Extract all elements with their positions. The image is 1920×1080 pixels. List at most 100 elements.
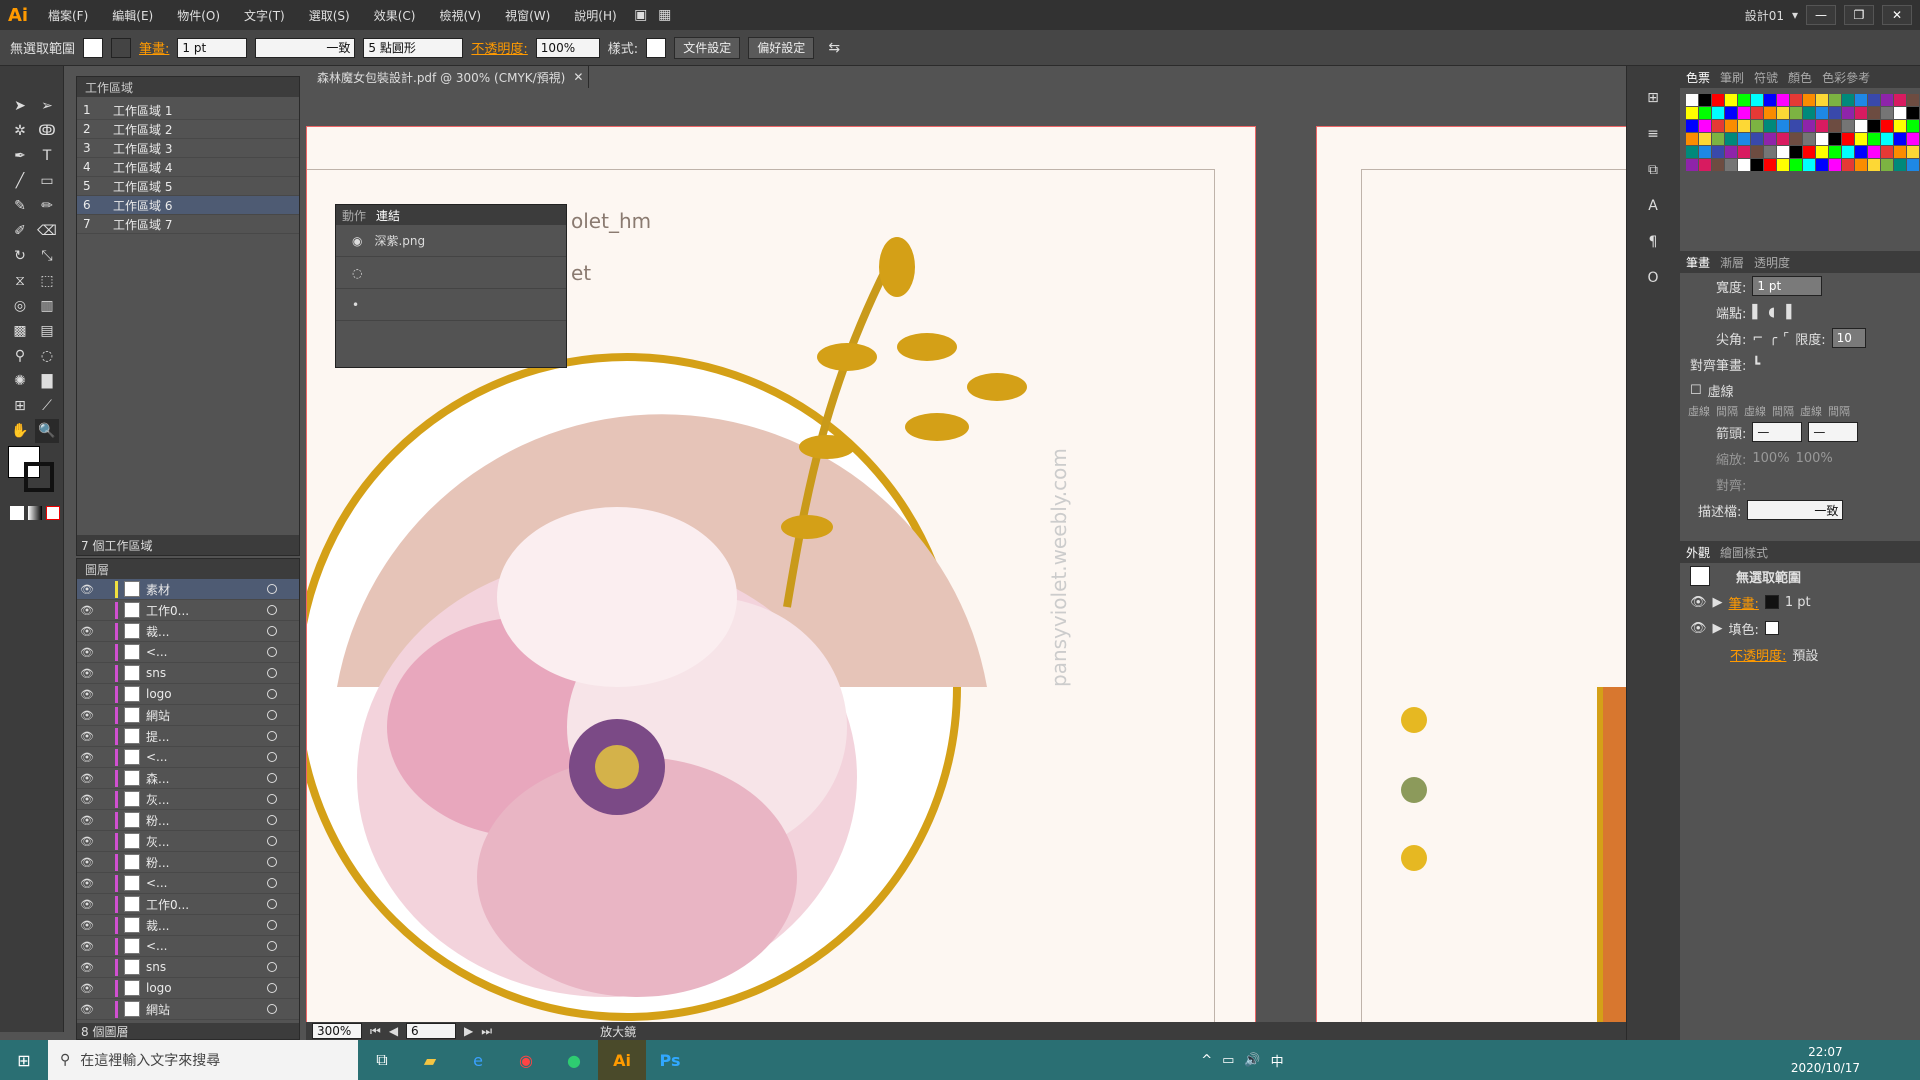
color-swatch[interactable] <box>1725 120 1737 132</box>
chrome-icon[interactable]: ◉ <box>502 1040 550 1080</box>
pathfinder-icon[interactable]: ⧉ <box>1641 158 1665 182</box>
color-swatch[interactable] <box>1699 146 1711 158</box>
color-swatch[interactable] <box>1699 159 1711 171</box>
edge-browser-icon[interactable]: e <box>454 1040 502 1080</box>
color-swatch[interactable] <box>1751 159 1763 171</box>
tab-symbols[interactable]: 符號 <box>1754 69 1778 86</box>
layer-row[interactable]: 👁 <... <box>77 747 299 768</box>
preferences-button[interactable]: 偏好設定 <box>748 36 815 59</box>
layer-row[interactable]: 👁 裁... <box>77 915 299 936</box>
color-swatch[interactable] <box>1712 133 1724 145</box>
eye-icon[interactable]: 👁 <box>1690 621 1707 636</box>
direct-selection-tool-icon[interactable]: ➢ <box>35 94 59 118</box>
color-swatch[interactable] <box>1699 120 1711 132</box>
color-swatch[interactable] <box>1842 107 1854 119</box>
color-swatch[interactable] <box>1790 133 1802 145</box>
menu-select[interactable]: 選取(S) <box>297 7 362 24</box>
blend-tool-icon[interactable]: ◌ <box>35 344 59 368</box>
limit-field[interactable]: 10 <box>1831 328 1866 348</box>
gradient-mode-icon[interactable] <box>28 506 42 520</box>
layer-row[interactable]: 👁 logo <box>77 684 299 705</box>
fill-swatch[interactable] <box>83 37 104 58</box>
cap-round-icon[interactable]: ◖ <box>1768 305 1775 320</box>
gradient-tool-icon[interactable]: ▤ <box>35 319 59 343</box>
color-swatch[interactable] <box>1894 133 1906 145</box>
target-icon[interactable] <box>267 962 277 972</box>
tab-color[interactable]: 顏色 <box>1788 69 1812 86</box>
color-swatch[interactable] <box>1738 94 1750 106</box>
layer-row[interactable]: 👁 <... <box>77 936 299 957</box>
target-icon[interactable] <box>267 773 277 783</box>
expand-icon[interactable]: ▶ <box>1713 621 1723 636</box>
color-swatch[interactable] <box>1881 146 1893 158</box>
color-swatch[interactable] <box>1790 107 1802 119</box>
layer-row[interactable]: 👁 工作0... <box>77 894 299 915</box>
color-swatch[interactable] <box>1881 107 1893 119</box>
color-swatch[interactable] <box>1751 146 1763 158</box>
color-swatch[interactable] <box>1894 94 1906 106</box>
target-icon[interactable] <box>267 878 277 888</box>
layer-row[interactable]: 👁 粉... <box>77 852 299 873</box>
color-swatch[interactable] <box>1868 107 1880 119</box>
character-icon[interactable]: A <box>1641 194 1665 218</box>
color-swatch[interactable] <box>1751 94 1763 106</box>
color-swatch[interactable] <box>1816 120 1828 132</box>
color-swatch[interactable] <box>1764 159 1776 171</box>
color-swatch[interactable] <box>1712 107 1724 119</box>
close-tab-icon[interactable]: ✕ <box>573 70 583 84</box>
arrange-documents-icon[interactable]: ▦ <box>653 3 677 27</box>
tab-actions[interactable]: 動作 <box>342 207 366 224</box>
color-swatch[interactable] <box>1803 133 1815 145</box>
tab-links[interactable]: 連結 <box>376 207 400 224</box>
color-swatch[interactable] <box>1855 146 1867 158</box>
appearance-stroke-swatch[interactable] <box>1764 595 1779 609</box>
color-swatch[interactable] <box>1777 120 1789 132</box>
windows-start-icon[interactable]: ⊞ <box>0 1040 48 1080</box>
next-artboard-icon[interactable]: ▶ <box>464 1024 473 1038</box>
color-swatch[interactable] <box>1907 107 1919 119</box>
color-swatch[interactable] <box>1829 159 1841 171</box>
color-swatch[interactable] <box>1842 146 1854 158</box>
volume-icon[interactable]: 🔊 <box>1244 1053 1260 1068</box>
artboard-row-selected[interactable]: 6 工作區域 6 <box>77 196 299 215</box>
bridge-icon[interactable]: ▣ <box>629 3 653 27</box>
workspace-switcher[interactable]: 設計01 <box>1745 7 1784 24</box>
rotate-tool-icon[interactable]: ↻ <box>8 244 32 268</box>
chevron-down-icon[interactable]: ▾ <box>1792 8 1798 22</box>
arrowhead-end-dropdown[interactable]: — <box>1808 422 1859 442</box>
network-icon[interactable]: ▭ <box>1222 1053 1234 1068</box>
eye-icon[interactable]: 👁 <box>77 772 97 785</box>
color-swatch[interactable] <box>1803 107 1815 119</box>
paintbrush-icon[interactable]: ✎ <box>8 194 32 218</box>
prev-artboard-icon[interactable]: ◀ <box>389 1024 398 1038</box>
cap-butt-icon[interactable]: ▌ <box>1752 305 1762 320</box>
tab-brushes[interactable]: 筆刷 <box>1720 69 1744 86</box>
color-swatch[interactable] <box>1881 133 1893 145</box>
eye-icon[interactable]: 👁 <box>77 793 97 806</box>
clock[interactable]: 22:07 2020/10/17 <box>1791 1044 1920 1076</box>
target-icon[interactable] <box>267 1004 277 1014</box>
color-swatch[interactable] <box>1868 146 1880 158</box>
color-swatch[interactable] <box>1712 120 1724 132</box>
color-swatch[interactable] <box>1816 94 1828 106</box>
stroke-swatch[interactable] <box>111 37 132 58</box>
mesh-tool-icon[interactable]: ▩ <box>8 319 32 343</box>
artboard-row[interactable]: 4 工作區域 4 <box>77 158 299 177</box>
color-swatch[interactable] <box>1764 94 1776 106</box>
color-swatch[interactable] <box>1725 107 1737 119</box>
color-swatch[interactable] <box>1686 159 1698 171</box>
menu-edit[interactable]: 編輯(E) <box>100 7 165 24</box>
appearance-opacity-row[interactable]: 不透明度: 預設 <box>1680 641 1920 667</box>
color-swatch[interactable] <box>1751 133 1763 145</box>
link-row[interactable]: • <box>336 289 566 321</box>
ime-label[interactable]: 中 <box>1271 1051 1284 1070</box>
layer-row[interactable]: 👁 <... <box>77 642 299 663</box>
layer-row[interactable]: 👁 提... <box>77 726 299 747</box>
artboard-row[interactable]: 2 工作區域 2 <box>77 120 299 139</box>
color-swatch[interactable] <box>1699 133 1711 145</box>
eye-icon[interactable]: 👁 <box>77 709 97 722</box>
arrowhead-start-dropdown[interactable]: — <box>1752 422 1803 442</box>
eraser-icon[interactable]: ⌫ <box>35 219 59 243</box>
zoom-field[interactable]: 300% <box>312 1023 362 1039</box>
color-swatch[interactable] <box>1725 146 1737 158</box>
